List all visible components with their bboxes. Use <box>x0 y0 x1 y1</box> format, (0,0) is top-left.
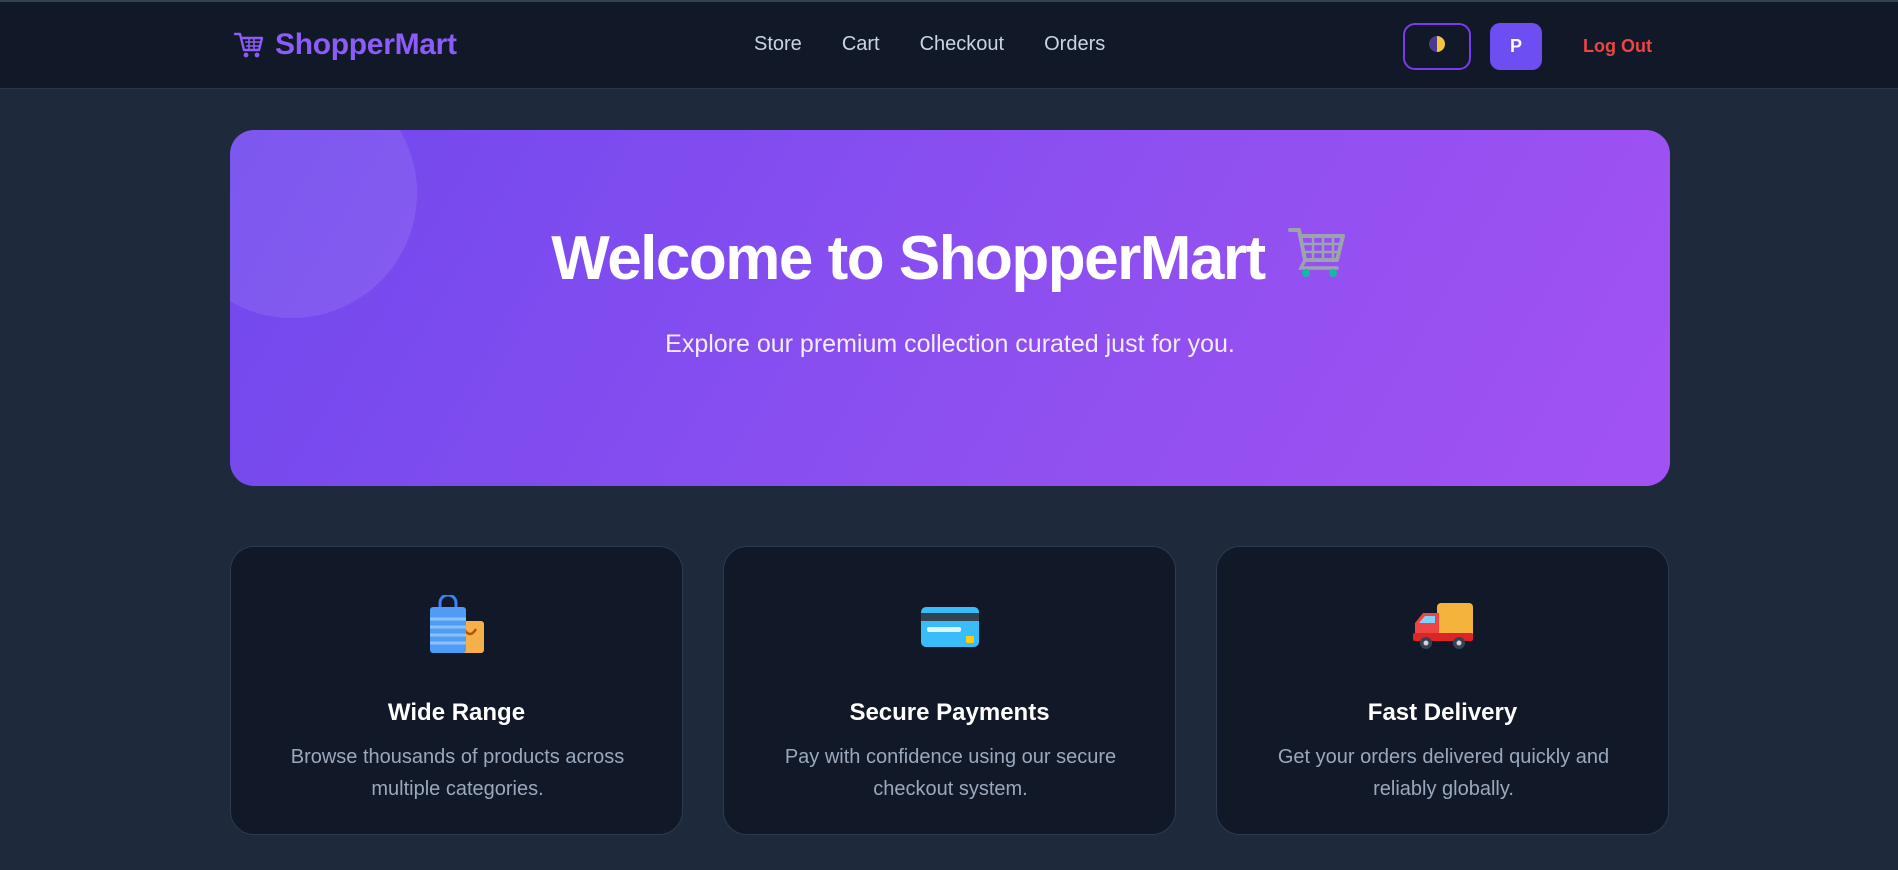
nav-orders[interactable]: Orders <box>1044 33 1105 56</box>
hero-subtitle: Explore our premium collection curated j… <box>665 330 1235 358</box>
feature-title: Secure Payments <box>849 699 1050 726</box>
nav-checkout[interactable]: Checkout <box>920 33 1005 56</box>
feature-title: Fast Delivery <box>1367 699 1518 726</box>
hero-title-text: Welcome to ShopperMart <box>551 224 1266 293</box>
feature-card-wide-range: Wide Range Browse thousands of products … <box>230 546 683 835</box>
logout-button[interactable]: Log Out <box>1583 36 1652 57</box>
delivery-truck-icon <box>1217 595 1668 657</box>
brand-logo[interactable]: ShopperMart <box>233 28 457 62</box>
feature-card-secure-payments: Secure Payments Pay with confidence usin… <box>723 546 1176 835</box>
feature-card-fast-delivery: Fast Delivery Get your orders delivered … <box>1216 546 1669 835</box>
nav-cart[interactable]: Cart <box>842 33 880 56</box>
nav-store[interactable]: Store <box>754 33 802 56</box>
main-nav: Store Cart Checkout Orders <box>754 33 1105 56</box>
feature-title: Wide Range <box>387 699 526 726</box>
user-avatar-button[interactable]: P <box>1490 23 1542 70</box>
shopping-cart-icon <box>1287 222 1349 295</box>
brand-name: ShopperMart <box>275 28 457 61</box>
feature-cards: Wide Range Browse thousands of products … <box>230 546 1670 835</box>
feature-description: Browse thousands of products across mult… <box>290 746 625 800</box>
theme-toggle-button[interactable] <box>1403 23 1471 70</box>
shopping-bags-icon <box>231 595 682 657</box>
shopping-cart-icon <box>233 30 265 60</box>
top-navigation-bar: ShopperMart Store Cart Checkout Orders P… <box>0 0 1898 89</box>
feature-description: Pay with confidence using our secure che… <box>784 746 1117 800</box>
credit-card-icon <box>724 595 1175 657</box>
half-moon-contrast-icon <box>1427 34 1447 59</box>
hero-title: Welcome to ShopperMart <box>230 222 1670 295</box>
hero-banner: Welcome to ShopperMart Explore our premi… <box>230 130 1670 486</box>
feature-description: Get your orders delivered quickly and re… <box>1277 746 1610 800</box>
